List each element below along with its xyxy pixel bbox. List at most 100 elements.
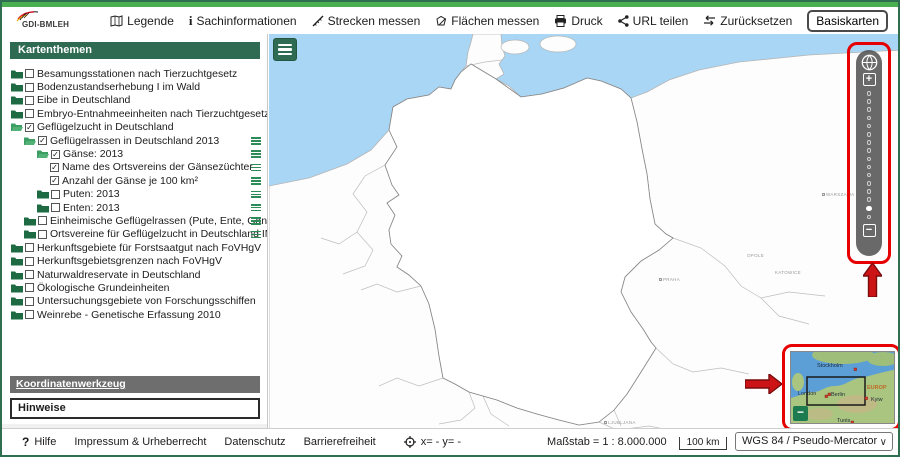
place-label: PRAHA <box>659 277 680 282</box>
imprint-link[interactable]: Impressum & Urheberrecht <box>74 436 206 448</box>
layer-checkbox[interactable] <box>51 203 60 212</box>
legend-button[interactable]: Legende <box>110 14 174 28</box>
layer-menu-icon[interactable] <box>251 150 261 158</box>
projection-select[interactable]: WGS 84 / Pseudo-Mercator ∨ <box>735 432 893 451</box>
layer-menu-icon[interactable] <box>251 177 261 185</box>
layer-checkbox[interactable]: ✓ <box>51 150 60 159</box>
zoom-tick[interactable] <box>867 165 872 170</box>
basemap-button[interactable]: Basiskarten <box>807 10 888 32</box>
layer-checkbox[interactable] <box>25 283 34 292</box>
map-menu-button[interactable] <box>273 38 297 61</box>
layer-row[interactable]: Ökologische Grundeinheiten <box>2 281 267 294</box>
layer-checkbox[interactable]: ✓ <box>38 136 47 145</box>
layer-row[interactable]: ✓Name des Ortsvereins der Gänsezüchter <box>2 161 267 174</box>
layer-menu-icon[interactable] <box>251 217 261 225</box>
layer-checkbox[interactable] <box>25 297 34 306</box>
reset-button[interactable]: Zurücksetzen <box>703 14 792 28</box>
zoom-tick[interactable] <box>867 140 872 145</box>
layer-row[interactable]: Enten: 2013 <box>2 201 267 214</box>
zoom-tick[interactable] <box>867 173 872 178</box>
layer-label: Einheimische Geflügelrassen (Pute, Ente,… <box>50 215 267 227</box>
zoom-tick[interactable] <box>867 197 872 202</box>
globe-icon[interactable] <box>861 54 878 71</box>
layer-checkbox[interactable] <box>25 109 34 118</box>
zoom-tick[interactable] <box>867 132 872 137</box>
share-url-button[interactable]: URL teilen <box>618 14 689 28</box>
help-link[interactable]: ? Hilfe <box>22 435 56 449</box>
layer-checkbox[interactable] <box>25 257 34 266</box>
layer-row[interactable]: ✓Geflügelrassen in Deutschland 2013 <box>2 134 267 147</box>
print-button[interactable]: Druck <box>554 14 602 28</box>
layer-row[interactable]: ✓Anzahl der Gänse je 100 km² <box>2 174 267 187</box>
layer-checkbox[interactable] <box>25 96 34 105</box>
layer-checkbox[interactable] <box>25 83 34 92</box>
layer-label: Besamungsstationen nach Tierzuchtgesetz <box>37 68 237 80</box>
place-label: OPOLE <box>747 253 764 258</box>
zoom-tick[interactable] <box>867 107 872 112</box>
layer-row[interactable]: Einheimische Geflügelrassen (Pute, Ente,… <box>2 214 267 227</box>
layer-checkbox[interactable]: ✓ <box>50 163 59 172</box>
layer-menu-icon[interactable] <box>251 164 261 172</box>
zoom-tick[interactable] <box>867 215 872 220</box>
layer-checkbox[interactable] <box>38 216 47 225</box>
layer-row[interactable]: Weinrebe - Genetische Erfassung 2010 <box>2 308 267 321</box>
zoom-tick[interactable] <box>867 157 872 162</box>
zoom-tick[interactable] <box>867 148 872 153</box>
layer-label: Ökologische Grundeinheiten <box>37 282 170 294</box>
layer-row[interactable]: Ortsvereine für Geflügelzucht in Deutsch… <box>2 228 267 241</box>
layer-checkbox[interactable] <box>25 270 34 279</box>
zoom-tick[interactable] <box>867 189 872 194</box>
layer-checkbox[interactable] <box>51 190 60 199</box>
info-icon: i <box>189 13 193 29</box>
zoom-tick[interactable] <box>867 91 872 96</box>
layer-row[interactable]: ✓Geflügelzucht in Deutschland <box>2 121 267 134</box>
measure-area-button[interactable]: Flächen messen <box>435 14 539 28</box>
layer-label: Weinrebe - Genetische Erfassung 2010 <box>37 309 221 321</box>
coordinate-tool-link[interactable]: Koordinatenwerkzeug <box>10 376 260 393</box>
notes-panel-button[interactable]: Hinweise <box>10 398 260 419</box>
measure-distance-button[interactable]: Strecken messen <box>312 14 421 28</box>
layer-row[interactable]: ✓Gänse: 2013 <box>2 147 267 160</box>
overview-collapse-button[interactable]: − <box>793 406 808 421</box>
zoom-in-button[interactable]: + <box>863 73 876 86</box>
layer-row[interactable]: Herkunftsgebiete für Forstsaatgut nach F… <box>2 241 267 254</box>
layer-menu-icon[interactable] <box>251 137 261 145</box>
layer-row[interactable]: Eibe in Deutschland <box>2 94 267 107</box>
feature-info-button[interactable]: i Sachinformationen <box>189 13 297 29</box>
layer-row[interactable]: Naturwaldreservate in Deutschland <box>2 268 267 281</box>
zoom-tick[interactable] <box>867 99 872 104</box>
overview-map[interactable]: StockholmLondonBerlinKyiwTunis EUROP − <box>790 351 895 424</box>
zoom-tick[interactable] <box>867 181 872 186</box>
zoom-out-button[interactable]: − <box>863 224 876 237</box>
layer-label: Bodenzustandserhebung I im Wald <box>37 81 200 93</box>
accessibility-link[interactable]: Barrierefreiheit <box>304 436 376 448</box>
folder-closed-icon <box>11 95 23 105</box>
layer-checkbox[interactable] <box>25 69 34 78</box>
layer-menu-icon[interactable] <box>251 191 261 199</box>
main-toolbar: Legende i Sachinformationen Strecken mes… <box>110 7 888 34</box>
folder-open-icon <box>11 122 23 132</box>
layer-row[interactable]: Bodenzustandserhebung I im Wald <box>2 80 267 93</box>
print-icon <box>554 15 567 27</box>
layer-row[interactable]: Embryo-Entnahmeeinheiten nach Tierzuchtg… <box>2 107 267 120</box>
layer-row[interactable]: Puten: 2013 <box>2 188 267 201</box>
layer-menu-icon[interactable] <box>251 231 261 239</box>
zoom-tick[interactable] <box>867 116 872 121</box>
layer-row[interactable]: Herkunftsgebietsgrenzen nach FoVHgV <box>2 254 267 267</box>
layer-checkbox[interactable] <box>38 230 47 239</box>
layer-checkbox[interactable]: ✓ <box>50 176 59 185</box>
layer-row[interactable]: Untersuchungsgebiete von Forschungsschif… <box>2 295 267 308</box>
zoom-level-handle[interactable] <box>866 206 872 212</box>
zoom-slider[interactable] <box>866 91 872 219</box>
layer-checkbox[interactable] <box>25 310 34 319</box>
layer-checkbox[interactable] <box>25 243 34 252</box>
layer-checkbox[interactable]: ✓ <box>25 123 34 132</box>
layer-menu-icon[interactable] <box>251 204 261 212</box>
layer-tree: Besamungsstationen nach TierzuchtgesetzB… <box>2 67 267 321</box>
layer-row[interactable]: Besamungsstationen nach Tierzuchtgesetz <box>2 67 267 80</box>
privacy-link[interactable]: Datenschutz <box>224 436 285 448</box>
layer-label: Geflügelrassen in Deutschland 2013 <box>50 135 219 147</box>
map-canvas[interactable]: WARSZAWA PRAHA OPOLE KATOWICE LJUBLJANA … <box>269 34 898 428</box>
zoom-tick[interactable] <box>867 124 872 129</box>
zoom-control[interactable]: + − <box>856 50 882 256</box>
